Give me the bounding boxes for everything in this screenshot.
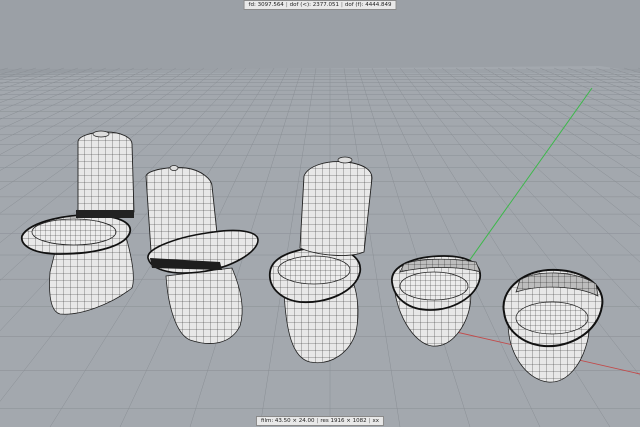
- 3d-viewport[interactable]: [0, 0, 640, 427]
- film-size-readout: film: 43.50 × 24.00: [260, 418, 315, 424]
- dof-near-readout: dof (<): 2377.051: [289, 2, 339, 8]
- bottom-status-bar: film: 43.50 × 24.00 | res 1916 × 1082 | xx: [255, 416, 385, 426]
- focal-distance-readout: fd: 3097.564: [248, 2, 284, 8]
- dof-far-readout: dof (f): 4444.849: [344, 2, 392, 8]
- top-status-bar: fd: 3097.564 | dof (<): 2377.051 | dof (f): …: [243, 0, 397, 10]
- resolution-readout: res 1916 × 1082: [320, 418, 367, 424]
- zoom-readout: xx: [372, 418, 380, 424]
